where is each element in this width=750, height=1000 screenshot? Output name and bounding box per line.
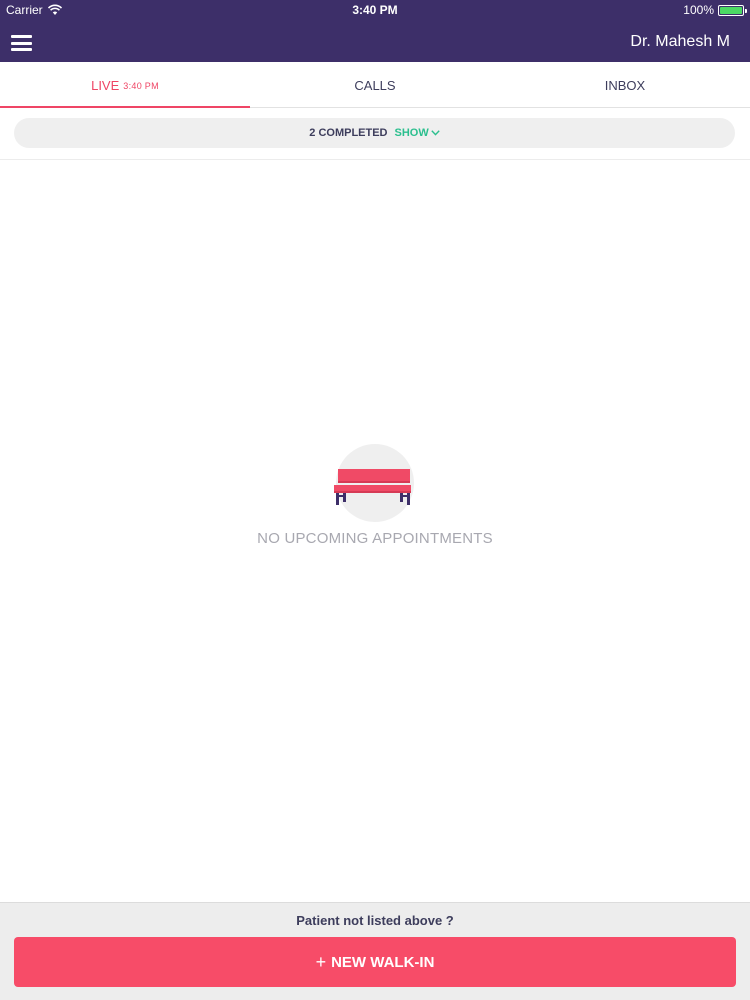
completed-row: 2 COMPLETED SHOW [0,108,750,160]
footer: Patient not listed above ? + NEW WALK-IN [0,902,750,1000]
tab-calls-label: CALLS [354,78,396,93]
empty-state-message: NO UPCOMING APPOINTMENTS [257,530,493,547]
plus-icon: + [315,952,327,972]
status-battery: 100% [683,3,747,17]
tab-live[interactable]: LIVE 3:40 PM [0,62,250,108]
battery-fill [720,6,742,14]
status-time: 3:40 PM [352,3,398,17]
footer-prompt: Patient not listed above ? [296,913,454,928]
new-walk-in-button[interactable]: + NEW WALK-IN [14,937,736,987]
show-completed-toggle[interactable]: SHOW [395,127,440,139]
bench-illustration [334,444,414,522]
status-bar: Carrier 3:40 PM 100% [0,0,750,20]
tab-bar: LIVE 3:40 PM CALLS INBOX [0,62,750,108]
app-header: Carrier 3:40 PM 100% Dr. Mahesh M [0,0,750,62]
empty-state: NO UPCOMING APPOINTMENTS [0,444,750,547]
tab-calls[interactable]: CALLS [250,62,500,107]
hamburger-menu-icon[interactable] [11,35,32,51]
tab-inbox[interactable]: INBOX [500,62,750,107]
completed-pill[interactable]: 2 COMPLETED SHOW [14,118,735,148]
show-label: SHOW [394,127,429,139]
battery-percent: 100% [683,3,714,17]
chevron-down-icon [431,130,440,136]
battery-icon [718,4,747,16]
tab-live-time: 3:40 PM [123,80,159,91]
completed-count: 2 COMPLETED [309,127,388,139]
bench-icon [334,469,411,505]
tab-live-label: LIVE [91,78,120,93]
new-walk-in-label: NEW WALK-IN [331,953,435,971]
tab-inbox-label: INBOX [604,78,646,93]
user-name[interactable]: Dr. Mahesh M [630,33,730,51]
